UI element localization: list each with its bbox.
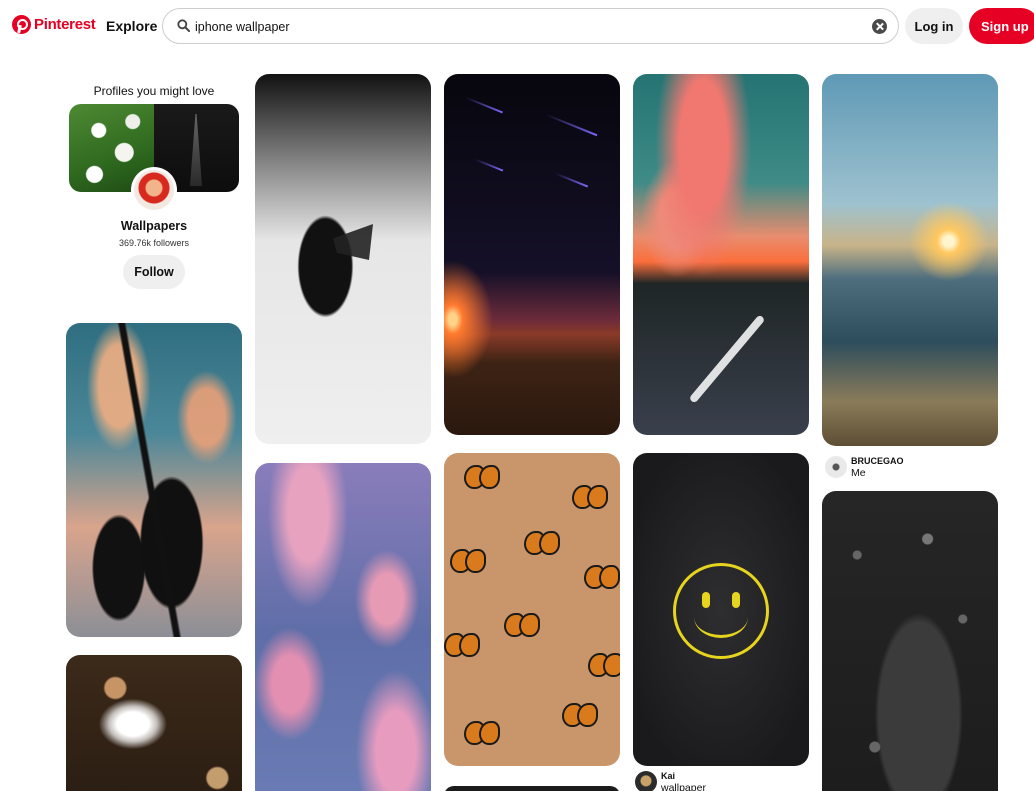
creator-name: Kai [661, 771, 676, 781]
meteor-streak [465, 96, 503, 114]
boat-wake [688, 314, 766, 404]
butterfly-shape [584, 565, 620, 589]
butterfly-shape [504, 613, 540, 637]
smiley-mouth [694, 596, 748, 638]
creator-name: BRUCEGAO [851, 456, 904, 466]
butterfly-shape [562, 703, 598, 727]
pin-palm-trees[interactable] [66, 323, 242, 637]
pin-apple-logo[interactable] [255, 74, 431, 444]
butterfly-shape [524, 531, 560, 555]
butterfly-shape [588, 653, 620, 677]
creator-avatar [635, 771, 657, 791]
pin-creator[interactable]: Kai wallpaper [635, 771, 706, 791]
top-bar: Pinterest Explore iphone wallpaper Log i… [0, 0, 1034, 52]
creator-board: wallpaper [661, 782, 706, 791]
search-bar[interactable]: iphone wallpaper [162, 8, 899, 44]
meteor-streak [545, 113, 598, 137]
follow-button[interactable]: Follow [123, 255, 185, 289]
pinterest-logo-icon [12, 15, 31, 34]
smiley-icon [673, 563, 769, 659]
signup-button[interactable]: Sign up [969, 8, 1034, 44]
creator-board: Me [851, 467, 866, 479]
profile-name[interactable]: Wallpapers [66, 219, 242, 233]
meteor-streak [474, 158, 504, 172]
butterfly-shape [464, 721, 500, 745]
butterfly-shape [444, 633, 480, 657]
login-button[interactable]: Log in [905, 8, 963, 44]
brand-name: Pinterest [34, 16, 96, 33]
butterfly-shape [572, 485, 608, 509]
clear-search-icon[interactable] [872, 19, 887, 34]
creator-info: BRUCEGAO Me [851, 456, 904, 479]
profile-avatar[interactable] [131, 167, 177, 213]
profiles-heading: Profiles you might love [93, 84, 215, 98]
pin-smiley-face[interactable] [633, 453, 809, 766]
creator-avatar [825, 456, 847, 478]
explore-link[interactable]: Explore [106, 18, 157, 34]
pin-water-drops-apple[interactable] [822, 491, 998, 791]
pin-butterflies[interactable] [444, 453, 620, 766]
pin-meteor-shower[interactable] [444, 74, 620, 435]
butterfly-shape [450, 549, 486, 573]
pin-partial[interactable] [444, 786, 620, 791]
meteor-streak [554, 172, 589, 188]
pin-beach-sunset[interactable] [822, 74, 998, 446]
pinterest-logo[interactable]: Pinterest [12, 15, 96, 34]
pin-sunset-boat[interactable] [633, 74, 809, 435]
creator-info: Kai wallpaper [661, 771, 706, 791]
profile-followers: 369.76k followers [118, 238, 190, 248]
avatar-image [134, 170, 174, 210]
search-input[interactable]: iphone wallpaper [195, 20, 290, 34]
pin-pink-clouds[interactable] [255, 463, 431, 791]
pin-cherub-clouds[interactable] [66, 655, 242, 791]
butterfly-shape [464, 465, 500, 489]
search-icon [177, 19, 190, 32]
pin-creator[interactable]: BRUCEGAO Me [825, 456, 904, 479]
